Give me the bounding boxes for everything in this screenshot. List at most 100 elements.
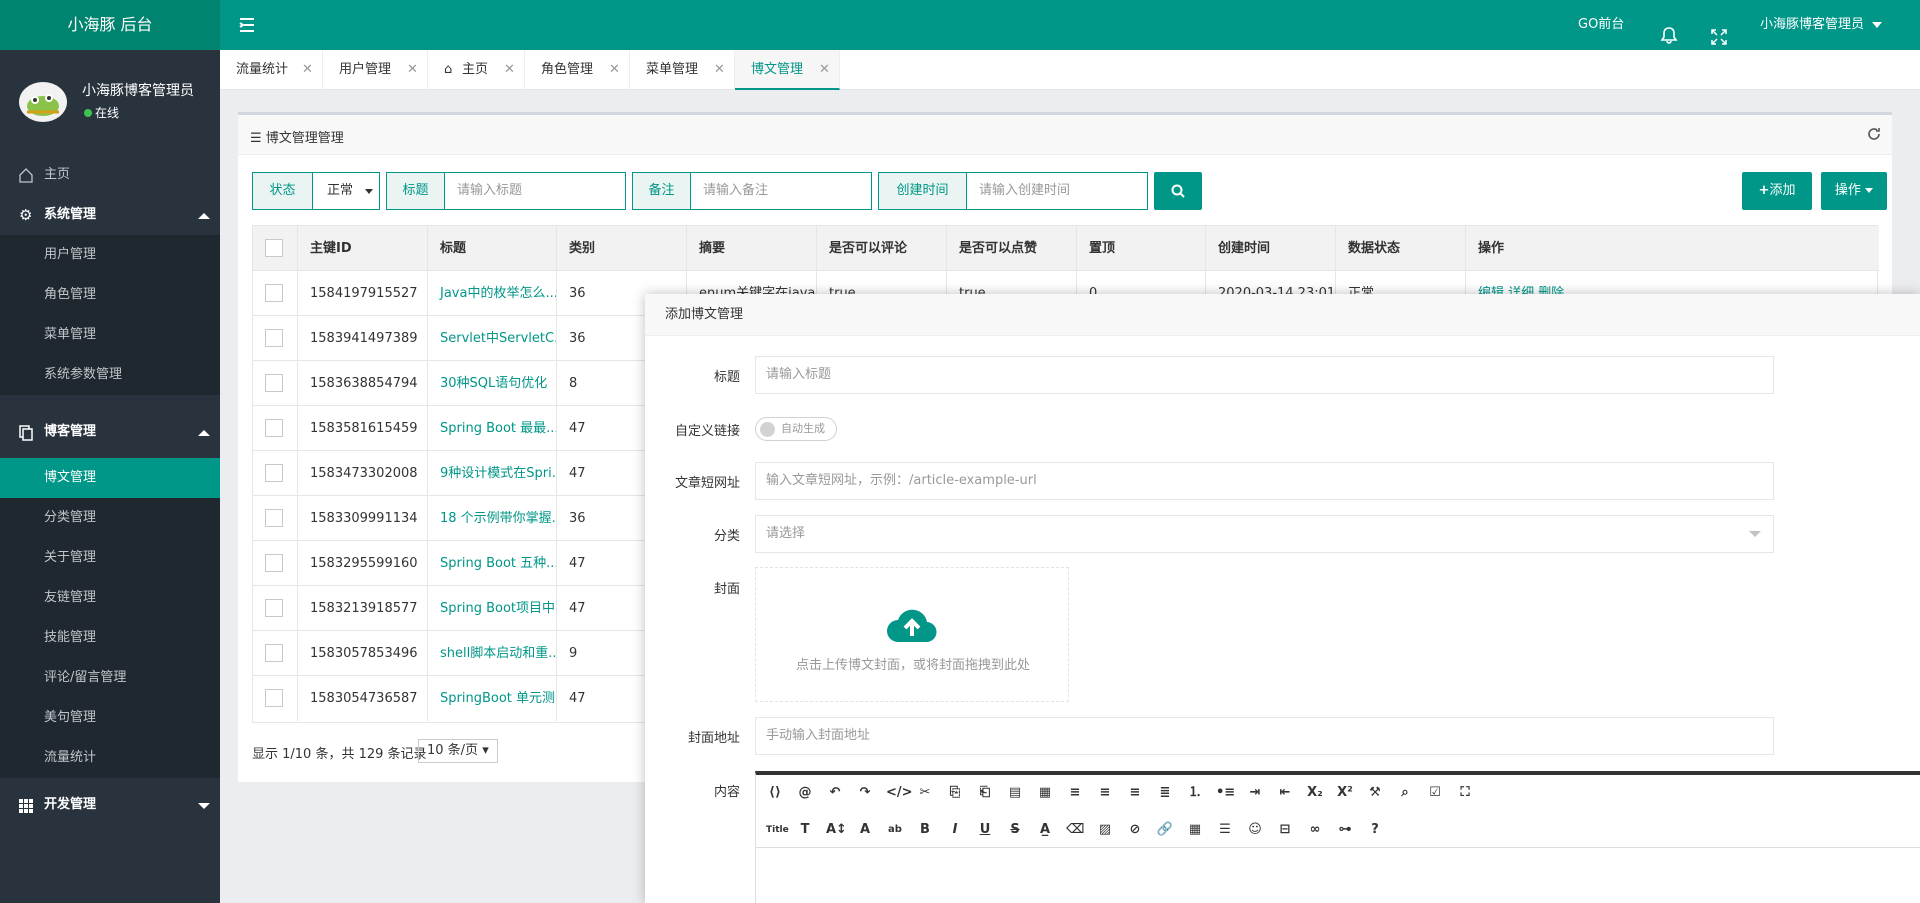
sidebar-item-menus[interactable]: 菜单管理 <box>0 315 220 355</box>
menu-toggle-icon[interactable] <box>238 15 258 35</box>
paste-word-icon[interactable]: ▦ <box>1036 784 1054 802</box>
status-select[interactable]: 正常 <box>327 173 353 209</box>
close-icon[interactable]: ✕ <box>302 50 313 90</box>
video-icon[interactable]: ⊘ <box>1126 821 1144 839</box>
title-filter[interactable]: 标题 请输入标题 <box>386 172 626 210</box>
column-header[interactable]: 标题 <box>428 226 557 271</box>
title-link[interactable]: Java中的枚举怎么... <box>428 271 557 316</box>
close-icon[interactable]: ✕ <box>714 50 725 90</box>
short-url-input[interactable]: 输入文章短网址，示例：/article-example-url <box>755 462 1774 500</box>
tab-home[interactable]: ⌂ 主页 ✕ <box>428 50 525 90</box>
tab-roles[interactable]: 角色管理 ✕ <box>525 50 630 90</box>
sidebar-item-about[interactable]: 关于管理 <box>0 538 220 578</box>
title-format-icon[interactable]: Title <box>766 821 789 839</box>
eraser-icon[interactable]: ⌫ <box>1066 821 1084 839</box>
ordered-list-icon[interactable]: ⒈ <box>1186 784 1204 802</box>
created-filter[interactable]: 创建时间 请输入创建时间 <box>878 172 1148 210</box>
row-checkbox[interactable] <box>265 464 283 482</box>
rich-text-editor[interactable]: ⟨⟩ @ ↶ ↷ </> ✂ ⎘ ⎗ ▤ ▦ ≡ ≡ ≡ ≣ ⒈ •≡ ⇥ ⇤ … <box>755 771 1920 903</box>
font-color-icon[interactable]: A <box>856 821 874 839</box>
ops-button[interactable]: 操作 <box>1821 172 1887 210</box>
sidebar-item-links[interactable]: 友链管理 <box>0 578 220 618</box>
font-family-icon[interactable]: T <box>796 821 814 839</box>
sidebar-group-blog[interactable]: 博客管理 <box>0 412 220 452</box>
front-link[interactable]: GO前台 <box>1578 0 1624 50</box>
cover-url-input[interactable]: 手动输入封面地址 <box>755 717 1774 755</box>
add-button[interactable]: +添加 <box>1742 172 1812 210</box>
row-checkbox[interactable] <box>265 599 283 617</box>
background-color-icon[interactable]: ab <box>886 821 904 839</box>
sidebar-item-roles[interactable]: 角色管理 <box>0 275 220 315</box>
close-icon[interactable]: ✕ <box>504 50 515 90</box>
sidebar-item-quotes[interactable]: 美句管理 <box>0 698 220 738</box>
sidebar-group-dev[interactable]: 开发管理 <box>0 785 220 825</box>
indent-icon[interactable]: ⇥ <box>1246 784 1264 802</box>
search-button[interactable] <box>1154 172 1202 210</box>
column-header[interactable]: 是否可以评论 <box>817 226 947 271</box>
help-icon[interactable]: ? <box>1366 821 1384 839</box>
align-center-icon[interactable]: ≡ <box>1096 784 1114 802</box>
page-break-icon[interactable]: ⊟ <box>1276 821 1294 839</box>
page-size-select[interactable]: 10 条/页 ▾ <box>418 739 498 763</box>
user-menu[interactable]: 小海豚博客管理员 <box>1760 0 1883 50</box>
redo-icon[interactable]: ↷ <box>856 784 874 802</box>
title-link[interactable]: shell脚本启动和重... <box>428 631 557 676</box>
cover-upload-area[interactable]: 点击上传博文封面，或将封面拖拽到此处 <box>755 567 1069 702</box>
paste-plain-icon[interactable]: ▤ <box>1006 784 1024 802</box>
cut-icon[interactable]: ✂ <box>916 784 934 802</box>
sidebar-item-params[interactable]: 系统参数管理 <box>0 355 220 395</box>
text-box-icon[interactable]: A̲ <box>1036 821 1054 839</box>
horizontal-rule-icon[interactable]: ☰ <box>1216 821 1234 839</box>
align-right-icon[interactable]: ≡ <box>1126 784 1144 802</box>
tab-menus[interactable]: 菜单管理 ✕ <box>630 50 735 90</box>
row-checkbox[interactable] <box>265 554 283 572</box>
bold-icon[interactable]: B <box>916 821 934 839</box>
sidebar-item-categories[interactable]: 分类管理 <box>0 498 220 538</box>
title-link[interactable]: Spring Boot 最最... <box>428 406 557 451</box>
column-header[interactable]: 摘要 <box>687 226 817 271</box>
unlink-icon[interactable]: ⊶ <box>1336 821 1354 839</box>
checklist-icon[interactable]: ☑ <box>1426 784 1444 802</box>
undo-icon[interactable]: ↶ <box>826 784 844 802</box>
sidebar-item-skills[interactable]: 技能管理 <box>0 618 220 658</box>
copy-icon[interactable]: ⎘ <box>946 784 964 802</box>
row-checkbox[interactable] <box>265 284 283 302</box>
fullscreen-icon[interactable] <box>1711 17 1727 45</box>
column-header[interactable]: 置顶 <box>1077 226 1206 271</box>
refresh-icon[interactable] <box>1866 126 1882 142</box>
status-filter[interactable]: 状态 正常 <box>252 172 380 210</box>
align-justify-icon[interactable]: ≣ <box>1156 784 1174 802</box>
underline-icon[interactable]: U <box>976 821 994 839</box>
italic-icon[interactable]: I <box>946 821 964 839</box>
column-header[interactable]: 操作 <box>1466 226 1596 271</box>
category-select[interactable]: 请选择 <box>755 515 1774 553</box>
title-link[interactable]: Servlet中ServletC... <box>428 316 557 361</box>
close-icon[interactable]: ✕ <box>819 50 830 90</box>
superscript-icon[interactable]: X² <box>1336 784 1354 802</box>
emoji-icon[interactable]: ☺ <box>1246 821 1264 839</box>
row-checkbox[interactable] <box>265 644 283 662</box>
outdent-icon[interactable]: ⇤ <box>1276 784 1294 802</box>
sidebar-item-comments[interactable]: 评论/留言管理 <box>0 658 220 698</box>
column-header[interactable]: 类别 <box>557 226 687 271</box>
title-input[interactable]: 请输入标题 <box>755 356 1774 394</box>
sidebar-item-home[interactable]: 主页 <box>0 155 220 195</box>
title-link[interactable]: 30种SQL语句优化 <box>428 361 557 406</box>
column-header[interactable]: 是否可以点赞 <box>947 226 1077 271</box>
tab-traffic[interactable]: 流量统计 ✕ <box>220 50 323 90</box>
column-header[interactable]: 数据状态 <box>1336 226 1466 271</box>
sidebar-group-system[interactable]: ⚙ 系统管理 <box>0 195 220 235</box>
column-header[interactable]: 创建时间 <box>1206 226 1336 271</box>
close-icon[interactable]: ✕ <box>609 50 620 90</box>
sidebar-item-users[interactable]: 用户管理 <box>0 235 220 275</box>
sidebar-item-posts[interactable]: 博文管理 <box>0 458 220 498</box>
row-checkbox[interactable] <box>265 689 283 707</box>
title-link[interactable]: SpringBoot 单元测... <box>428 676 557 721</box>
fullscreen-icon[interactable]: ⛶ <box>1456 784 1474 802</box>
find-replace-icon[interactable]: ⌕ <box>1396 784 1414 802</box>
close-icon[interactable]: ✕ <box>407 50 418 90</box>
title-link[interactable]: Spring Boot项目中... <box>428 586 557 631</box>
paste-icon[interactable]: ⎗ <box>976 784 994 802</box>
row-checkbox[interactable] <box>265 374 283 392</box>
title-search-input[interactable]: 请输入标题 <box>457 173 522 209</box>
